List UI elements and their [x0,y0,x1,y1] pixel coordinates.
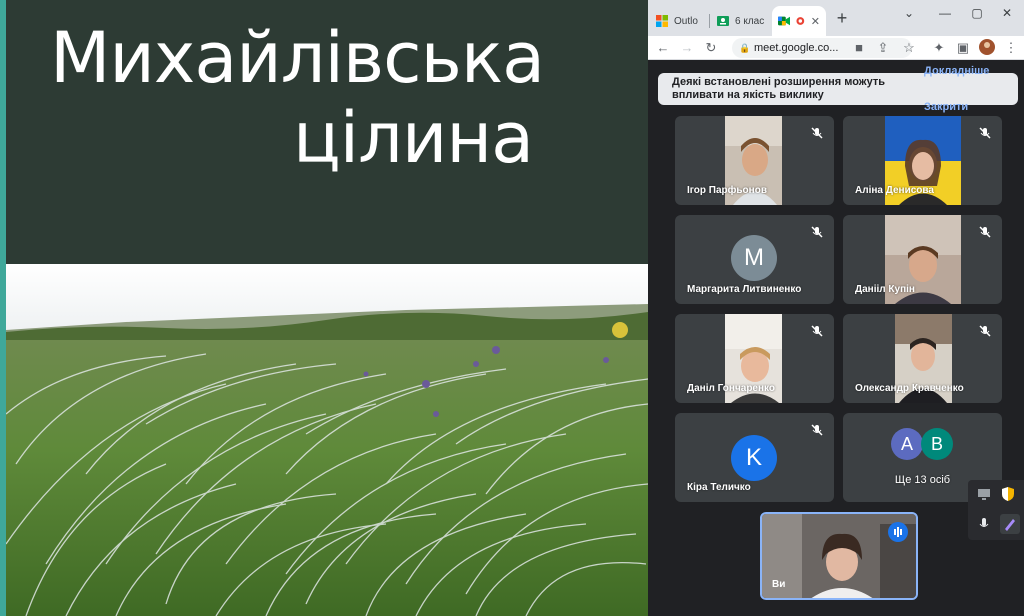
participant-name: Кіра Теличко [687,482,751,493]
banner-text: Деякі встановлені розширення можуть впли… [672,76,885,101]
pen-icon[interactable] [1000,514,1020,534]
steppe-grass-photo [6,264,648,616]
extensions-icon[interactable]: ✦ [930,39,948,57]
self-view-tile[interactable]: Ви [760,512,918,600]
back-icon[interactable]: ← [654,39,672,57]
classroom-icon [717,16,729,26]
share-icon[interactable]: ⇪ [874,39,892,57]
microsoft-icon [656,15,668,27]
mic-off-icon [811,226,823,238]
lock-icon: 🔒 [739,43,751,53]
learn-more-link[interactable]: Докладніше [924,65,989,77]
floating-tool-panel [968,480,1024,540]
url-text: meet.google.co... [754,42,839,54]
other-avatar: A [891,428,923,460]
participant-name: Олександр Кравченко [855,383,964,394]
tab-strip: Outlo 6 клас ✕ + ⌄ — ▢ ✕ [648,0,1024,36]
side-panel-icon[interactable]: ▣ [954,39,972,57]
tab-label: 6 клас [735,15,765,27]
participant-name: Маргарита Литвиненко [687,284,802,295]
recording-icon [796,17,805,25]
tab-label: Outlo [674,15,698,27]
avatar-icon [979,39,995,55]
tab-outlook[interactable]: Outlo [650,6,708,36]
participant-tile[interactable]: K Кіра Теличко [675,413,834,502]
self-name: Ви [772,579,786,590]
close-window-icon[interactable]: ✕ [996,4,1018,22]
mic-off-icon [811,325,823,337]
mic-off-icon [811,127,823,139]
menu-icon[interactable]: ⋮ [1002,39,1020,57]
profile-avatar[interactable] [978,39,996,57]
presentation-slide: Михайлівська цілина [0,0,648,616]
slide-title-line-2: цілина [293,97,534,179]
screen: Михайлівська цілина Outlo 6 клас ✕ + ⌄ —… [0,0,1024,616]
participant-avatar: K [731,435,777,481]
participant-tile[interactable]: Ігор Парфьонов [675,116,834,205]
tab-meet[interactable]: ✕ [772,6,826,36]
mic-icon[interactable] [976,516,992,532]
camera-icon[interactable]: ■ [850,39,868,57]
tab-classroom[interactable]: 6 клас [711,6,771,36]
participant-name: Даніл Гончаренко [687,383,776,394]
bookmark-star-icon[interactable]: ☆ [900,39,918,57]
participant-tile[interactable]: M Маргарита Литвиненко [675,215,834,304]
meet-icon [778,16,791,26]
participant-tile[interactable]: Аліна Денисова [843,116,1002,205]
tab-close-icon[interactable]: ✕ [811,15,820,28]
new-tab-button[interactable]: + [832,9,852,29]
participant-tile[interactable]: Олександр Кравченко [843,314,1002,403]
participant-avatar: M [731,235,777,281]
participant-name: Данііл Купін [855,284,915,295]
browser-toolbar: ← → ↻ 🔒 meet.google.co... ■ ⇪ ☆ ✦ ▣ ⋮ [648,36,1024,60]
forward-icon[interactable]: → [678,39,696,57]
reload-icon[interactable]: ↻ [702,39,720,57]
shield-icon[interactable] [1000,486,1016,502]
participant-tile[interactable]: Даніл Гончаренко [675,314,834,403]
mic-off-icon [979,325,991,337]
close-banner-link[interactable]: Закрити [924,101,968,113]
participant-name: Аліна Денисова [855,185,934,196]
minimize-icon[interactable]: — [934,4,956,22]
mic-off-icon [979,226,991,238]
mic-off-icon [811,424,823,436]
screen-icon[interactable] [976,486,992,502]
tab-separator [709,14,710,28]
speaking-indicator-icon [888,522,908,542]
maximize-icon[interactable]: ▢ [966,4,988,22]
other-avatar: B [921,428,953,460]
slide-title-line-1: Михайлівська [50,17,545,99]
participant-name: Ігор Парфьонов [687,185,767,196]
tab-search-icon[interactable]: ⌄ [898,4,920,22]
participant-tile[interactable]: Данііл Купін [843,215,1002,304]
mic-off-icon [979,127,991,139]
